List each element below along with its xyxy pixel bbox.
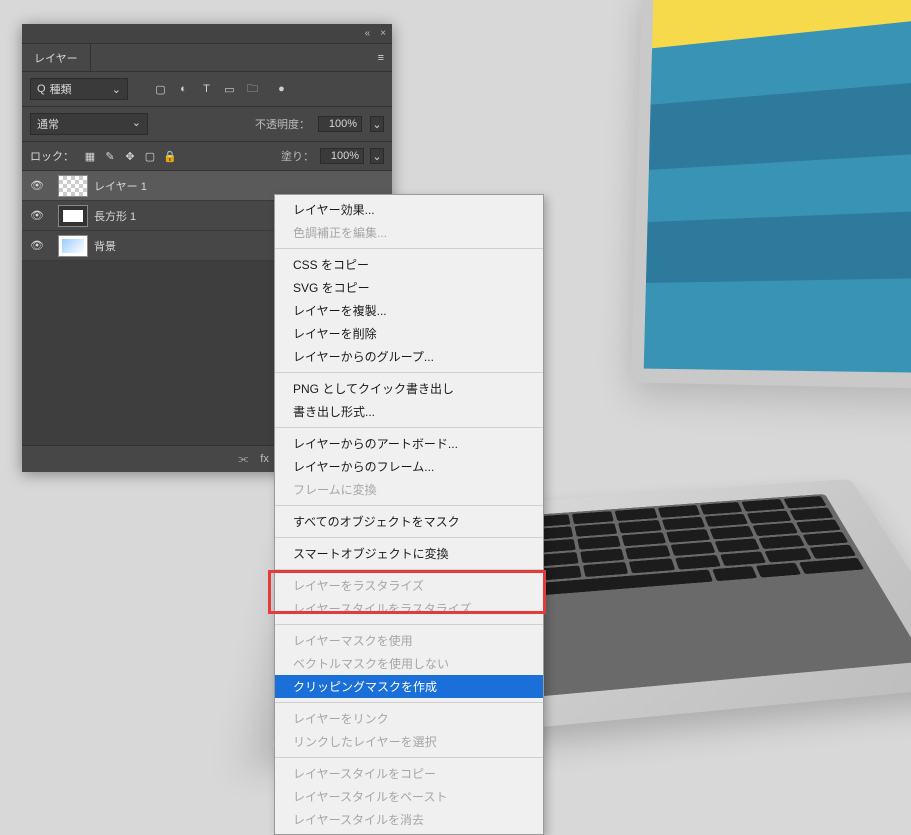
filter-icons: ▢ ◐ T ▭ 🗀 ● — [154, 83, 288, 96]
menu-item[interactable]: レイヤーからのグループ... — [275, 345, 543, 368]
menu-separator — [275, 569, 543, 570]
eye-icon: 👁 — [30, 209, 44, 222]
fill-dropdown[interactable]: ⌄ — [370, 148, 384, 164]
menu-item: レイヤースタイルをペースト — [275, 785, 543, 808]
menu-item: レイヤースタイルをコピー — [275, 762, 543, 785]
filter-pixel-icon[interactable]: ▢ — [154, 83, 167, 96]
search-icon: Q — [37, 83, 46, 95]
menu-separator — [275, 505, 543, 506]
chevron-down-icon: ⌄ — [112, 83, 121, 96]
menu-item[interactable]: クリッピングマスクを作成 — [275, 675, 543, 698]
menu-separator — [275, 537, 543, 538]
layer-thumb[interactable] — [58, 175, 88, 197]
menu-item: レイヤーをラスタライズ — [275, 574, 543, 597]
menu-separator — [275, 757, 543, 758]
lock-all-icon[interactable]: 🔒 — [164, 150, 176, 162]
menu-item[interactable]: レイヤー効果... — [275, 198, 543, 221]
menu-item: レイヤースタイルをラスタライズ — [275, 597, 543, 620]
filter-text-icon[interactable]: T — [200, 83, 213, 96]
collapse-icon[interactable]: « — [365, 28, 371, 39]
link-layers-icon[interactable]: ⫘ — [238, 453, 248, 466]
menu-item[interactable]: レイヤーからのアートボード... — [275, 432, 543, 455]
kind-label: 種類 — [50, 81, 72, 97]
lock-artboard-icon[interactable]: ▢ — [144, 150, 156, 162]
visibility-toggle[interactable]: 👁 — [22, 239, 52, 252]
menu-item: ベクトルマスクを使用しない — [275, 652, 543, 675]
lock-row: ロック： ▦ ✎ ✥ ▢ 🔒 塗り： 100% ⌄ — [22, 142, 392, 171]
menu-item[interactable]: 書き出し形式... — [275, 400, 543, 423]
menu-item[interactable]: レイヤーを削除 — [275, 322, 543, 345]
mockup-screen — [631, 0, 911, 389]
fill-label: 塗り： — [281, 148, 314, 164]
layer-thumb[interactable] — [58, 205, 88, 227]
opacity-input[interactable]: 100% — [318, 116, 362, 132]
menu-item[interactable]: PNG としてクイック書き出し — [275, 377, 543, 400]
kind-filter-select[interactable]: Q 種類 ⌄ — [30, 78, 128, 100]
menu-item: 色調補正を編集... — [275, 221, 543, 244]
lock-label: ロック： — [30, 148, 74, 164]
menu-separator — [275, 624, 543, 625]
menu-separator — [275, 372, 543, 373]
opacity-dropdown[interactable]: ⌄ — [370, 116, 384, 132]
blend-mode-select[interactable]: 通常 ⌄ — [30, 113, 148, 135]
menu-item[interactable]: SVG をコピー — [275, 276, 543, 299]
lock-paint-icon[interactable]: ✎ — [104, 150, 116, 162]
menu-item: レイヤースタイルを消去 — [275, 808, 543, 831]
menu-item: フレームに変換 — [275, 478, 543, 501]
close-icon[interactable]: × — [380, 28, 386, 39]
fx-icon[interactable]: fx — [260, 453, 269, 465]
blend-row: 通常 ⌄ 不透明度： 100% ⌄ — [22, 107, 392, 142]
eye-icon: 👁 — [30, 179, 44, 192]
blend-mode-value: 通常 — [37, 116, 59, 132]
layer-thumb[interactable] — [58, 235, 88, 257]
tab-layers[interactable]: レイヤー — [22, 44, 91, 71]
chevron-down-icon: ⌄ — [132, 116, 141, 132]
layer-context-menu: レイヤー効果...色調補正を編集... CSS をコピーSVG をコピーレイヤーを… — [274, 194, 544, 835]
panel-menu-icon[interactable]: ≡ — [370, 52, 392, 64]
fill-input[interactable]: 100% — [320, 148, 364, 164]
menu-separator — [275, 702, 543, 703]
menu-separator — [275, 427, 543, 428]
menu-item: レイヤーをリンク — [275, 707, 543, 730]
lock-position-icon[interactable]: ✥ — [124, 150, 136, 162]
filter-row: Q 種類 ⌄ ▢ ◐ T ▭ 🗀 ● — [22, 72, 392, 107]
opacity-label: 不透明度： — [255, 116, 310, 132]
eye-icon: 👁 — [30, 239, 44, 252]
menu-item: レイヤーマスクを使用 — [275, 629, 543, 652]
lock-transparency-icon[interactable]: ▦ — [84, 150, 96, 162]
menu-item[interactable]: すべてのオブジェクトをマスク — [275, 510, 543, 533]
menu-item[interactable]: レイヤーからのフレーム... — [275, 455, 543, 478]
menu-item[interactable]: スマートオブジェクトに変換 — [275, 542, 543, 565]
layer-name[interactable]: レイヤー 1 — [94, 178, 392, 194]
menu-item: リンクしたレイヤーを選択 — [275, 730, 543, 753]
filter-toggle-dot[interactable]: ● — [275, 83, 288, 96]
visibility-toggle[interactable]: 👁 — [22, 209, 52, 222]
menu-item[interactable]: レイヤーを複製... — [275, 299, 543, 322]
menu-separator — [275, 248, 543, 249]
filter-adjust-icon[interactable]: ◐ — [177, 83, 190, 96]
filter-smart-icon[interactable]: 🗀 — [246, 83, 259, 96]
menu-item[interactable]: CSS をコピー — [275, 253, 543, 276]
filter-shape-icon[interactable]: ▭ — [223, 83, 236, 96]
panel-topstrip: « × — [22, 24, 392, 44]
panel-tabbar: レイヤー ≡ — [22, 44, 392, 72]
visibility-toggle[interactable]: 👁 — [22, 179, 52, 192]
